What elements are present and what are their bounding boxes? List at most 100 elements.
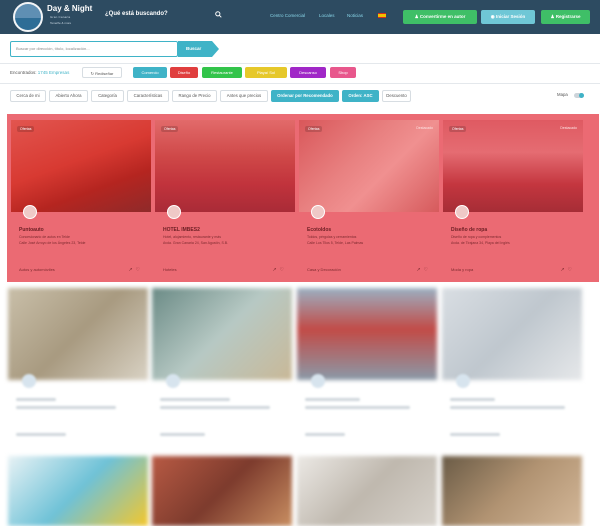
share-icon[interactable]: ↗	[416, 267, 423, 273]
nav-link-noticias[interactable]: Noticias	[347, 13, 363, 18]
listing-card[interactable]: Ofertas HOTEL IMBES2 Hotel, alojamiento,…	[155, 120, 295, 278]
tag-diseno[interactable]: Diseño	[170, 67, 198, 78]
listing-description: Toldos, pérgolas y cerramientos	[307, 235, 357, 239]
register-button[interactable]: ♟ Registrarse	[541, 10, 590, 24]
placeholder-bar	[16, 433, 66, 436]
search-button-label: Buscar	[186, 46, 202, 51]
listing-category[interactable]: Moda y ropa	[451, 267, 473, 272]
card-actions: ↗♡	[416, 267, 431, 273]
listing-image[interactable]	[297, 288, 437, 380]
listing-card[interactable]: Ofertas Puntoauto Concesionario de autos…	[11, 120, 151, 278]
tag-playa-sol[interactable]: Playa/ Sol	[245, 67, 287, 78]
listing-image[interactable]	[155, 120, 295, 212]
avatar	[455, 205, 469, 219]
listing-card[interactable]: Ofertas Destacado Diseño de ropa Diseño …	[443, 120, 583, 278]
login-button[interactable]: ◉ Iniciar Sesión	[481, 10, 535, 24]
nav-link-locales[interactable]: Locales	[319, 13, 335, 18]
offers-badge: Ofertas	[17, 126, 35, 132]
filter-discount[interactable]: Descuento	[382, 90, 411, 102]
placeholder-bar	[160, 433, 205, 436]
listing-card-blurred[interactable]	[8, 288, 148, 445]
placeholder-bar	[450, 398, 495, 401]
site-logo[interactable]	[13, 2, 43, 32]
filter-price-range[interactable]: Rango de Precio	[172, 90, 217, 102]
become-author-button[interactable]: ♟ Convertirme en autor	[403, 10, 477, 24]
share-icon[interactable]: ↗	[272, 267, 279, 273]
listing-title[interactable]: HOTEL IMBES2	[163, 227, 200, 233]
user-icon: ♟	[414, 14, 419, 19]
avatar	[456, 374, 470, 388]
flag-es-icon[interactable]	[378, 13, 386, 18]
avatar	[23, 205, 37, 219]
listing-image[interactable]	[443, 120, 583, 212]
filter-before-prices[interactable]: Antes que precios	[220, 90, 268, 102]
top-navbar: Day & Night Gran Canaria Tenerife & more…	[0, 0, 600, 34]
sort-recommended-button[interactable]: Ordenar por Recomendado	[271, 90, 339, 102]
search-button[interactable]: Buscar	[178, 41, 212, 57]
card-actions: ↗♡	[128, 267, 143, 273]
listing-image[interactable]	[11, 120, 151, 212]
search-prompt[interactable]: ¿Qué está buscando?	[105, 11, 168, 17]
register-label: Registrarse	[555, 14, 581, 19]
refine-button[interactable]: ↻ Rediseñar	[82, 67, 122, 78]
sort-asc-button[interactable]: Orden: ASC	[342, 90, 379, 102]
search-icon[interactable]	[215, 11, 222, 20]
listing-address: Avda. Gran Canaria 24, San Agustín, S.B.	[163, 241, 229, 245]
listing-title[interactable]: Puntoauto	[19, 227, 44, 233]
card-actions: ↗♡	[560, 267, 575, 273]
listing-category[interactable]: Autos y automóviles	[19, 267, 55, 272]
featured-badge: Destacado	[560, 126, 577, 130]
listing-image[interactable]	[442, 288, 582, 380]
placeholder-bar	[160, 406, 270, 409]
heart-icon[interactable]: ♡	[280, 267, 287, 273]
heart-icon[interactable]: ♡	[424, 267, 431, 273]
listing-card-blurred[interactable]	[442, 288, 582, 445]
flag-stripe	[378, 14, 386, 17]
card-actions: ↗♡	[272, 267, 287, 273]
share-icon[interactable]: ↗	[128, 267, 135, 273]
user-add-icon: ♟	[550, 14, 555, 19]
offers-badge: Ofertas	[305, 126, 323, 132]
placeholder-bar	[305, 406, 410, 409]
logo-sky	[15, 4, 41, 19]
tag-comercio[interactable]: Comercio	[133, 67, 167, 78]
nav-link-centro-comercial[interactable]: Centro Comercial	[270, 13, 305, 18]
brand-title[interactable]: Day & Night	[47, 4, 92, 13]
heart-icon[interactable]: ♡	[136, 267, 143, 273]
listing-image[interactable]	[152, 456, 292, 526]
listing-image[interactable]	[297, 456, 437, 526]
search-input[interactable]: Buscar por dirección, título, localizaci…	[10, 41, 178, 57]
avatar	[166, 374, 180, 388]
brand-subtitle: Gran Canaria	[50, 15, 71, 19]
filter-features[interactable]: Características	[127, 90, 169, 102]
filter-near-me[interactable]: Cerca de mi	[10, 90, 46, 102]
listing-image[interactable]	[152, 288, 292, 380]
maps-toggle[interactable]	[574, 93, 584, 98]
results-count: Encontrados: 1745 Empresas	[10, 70, 69, 75]
refine-icon: ↻	[90, 71, 94, 76]
listing-category[interactable]: Casa y Decoración	[307, 267, 341, 272]
listing-address: Avda. de Tirajana 34, Playa del Inglés	[451, 241, 510, 245]
listing-card[interactable]: Ofertas Destacado Ecotoldos Toldos, pérg…	[299, 120, 439, 278]
listing-image[interactable]	[8, 456, 148, 526]
tag-restaurante[interactable]: Restaurante	[202, 67, 242, 78]
share-icon[interactable]: ↗	[560, 267, 567, 273]
refine-label: Rediseñar	[95, 71, 114, 76]
filter-open-now[interactable]: Abierto Ahora	[49, 90, 88, 102]
heart-icon[interactable]: ♡	[568, 267, 575, 273]
tag-shop[interactable]: Shop	[330, 67, 356, 78]
listing-title[interactable]: Ecotoldos	[307, 227, 331, 233]
offers-badge: Ofertas	[449, 126, 467, 132]
listing-image[interactable]	[442, 456, 582, 526]
listing-title[interactable]: Diseño de ropa	[451, 227, 487, 233]
listing-image[interactable]	[8, 288, 148, 380]
avatar	[22, 374, 36, 388]
filter-category[interactable]: Categoría	[91, 90, 124, 102]
listing-description: Concesionario de autos en Telde	[19, 235, 70, 239]
listing-card-blurred[interactable]	[152, 288, 292, 445]
divider	[0, 63, 600, 64]
listing-card-blurred[interactable]	[297, 288, 437, 445]
listing-category[interactable]: Hoteles	[163, 267, 177, 272]
tag-descanso[interactable]: Descanso	[290, 67, 326, 78]
listing-image[interactable]	[299, 120, 439, 212]
